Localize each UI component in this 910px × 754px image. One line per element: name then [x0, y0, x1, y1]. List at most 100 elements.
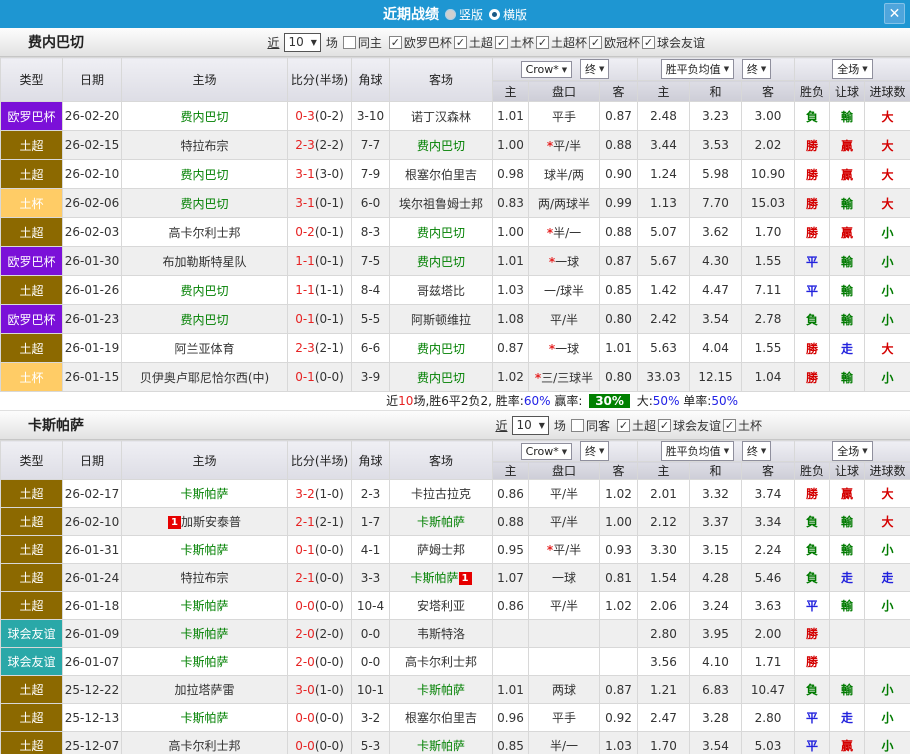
away-team-cell: 卡斯帕萨 1: [389, 563, 493, 592]
goals-result-cell: 走: [864, 563, 910, 592]
avg-away-cell: 5.03: [741, 731, 795, 754]
corners-cell: 3-2: [351, 703, 390, 732]
away-team-cell: 费内巴切: [389, 130, 493, 160]
league-filter-checkbox[interactable]: ✓ 欧罗巴杯: [388, 34, 452, 51]
odds-time-select[interactable]: 终 ▼: [580, 59, 610, 79]
odds-time-select[interactable]: 终 ▼: [580, 441, 610, 461]
home-team-cell: 高卡尔利士邦: [121, 731, 288, 754]
league-filter-checkbox[interactable]: ✓ 球会友谊: [641, 34, 705, 51]
league-filter-checkbox[interactable]: ✓ 土超: [453, 34, 493, 51]
result-cell: 負: [794, 563, 830, 592]
league-filters: ✓ 土超 ✓ 球会友谊 ✓ 土杯: [615, 417, 762, 434]
handicap-star: *: [546, 138, 554, 153]
same-away-checkbox[interactable]: 同客: [570, 417, 610, 434]
chevron-down-icon: ▼: [862, 447, 868, 455]
handicap-result-cell: 輸: [829, 246, 865, 276]
halftime-score: (0-1): [314, 254, 344, 268]
corners-cell: 8-4: [351, 275, 390, 305]
handicap-cell: 一/球半: [528, 275, 600, 305]
bookmaker-select[interactable]: Crow* ▼: [520, 443, 573, 460]
league-filter-checkbox[interactable]: ✓ 土超: [616, 417, 656, 434]
same-home-checkbox[interactable]: 同主: [342, 34, 382, 51]
layout-radio-horizontal[interactable]: 横版: [489, 6, 527, 23]
avg-home-cell: 2.12: [637, 507, 690, 536]
away-odds-cell: 0.93: [599, 535, 638, 564]
away-team-cell: 诺丁汉森林: [389, 101, 493, 131]
result-cell: 勝: [794, 619, 830, 648]
handicap-cell: *三/三球半: [528, 362, 600, 392]
summary-segment: 30%: [589, 394, 630, 408]
sub-home-odds: 主: [492, 80, 529, 102]
team-name: 费内巴切: [416, 370, 465, 385]
home-odds-cell: 1.01: [492, 246, 529, 276]
avg-draw-cell: 6.83: [689, 675, 742, 704]
summary-segment: 赢率:: [550, 394, 587, 408]
section-header-away-team: 卡斯帕萨 近 10 ▼ 场 同客 ✓ 土超 ✓ 球会友谊 ✓ 土杯: [0, 411, 910, 440]
team-name: 卡斯帕萨: [410, 571, 459, 585]
league-filter-checkbox[interactable]: ✓ 欧冠杯: [588, 34, 640, 51]
checkbox-checked-icon: ✓: [494, 35, 508, 49]
col-date: 日期: [62, 440, 122, 480]
avg-away-cell: 3.63: [741, 591, 795, 620]
avg-odds-select[interactable]: 胜平负均值 ▼: [660, 441, 735, 461]
score-cell: 3-1(0-1): [287, 188, 352, 218]
handicap-cell: 半/一: [528, 731, 600, 754]
avg-odds-select[interactable]: 胜平负均值 ▼: [660, 59, 735, 79]
away-team-cell: 费内巴切: [389, 217, 493, 247]
avg-time-select[interactable]: 终 ▼: [741, 441, 772, 461]
avg-away-cell: 10.90: [741, 159, 795, 189]
league-filter-label: 欧冠杯: [603, 35, 640, 50]
league-filter-checkbox[interactable]: ✓ 土超杯: [535, 34, 587, 51]
team-name: 高卡尔利士邦: [168, 225, 241, 240]
competition-badge-cell: 土超: [0, 217, 63, 247]
corners-cell: 0-0: [351, 619, 390, 648]
recent-link[interactable]: 近: [495, 417, 507, 434]
league-filter-checkbox[interactable]: ✓ 球会友谊: [657, 417, 721, 434]
team-name: 费内巴切: [180, 283, 229, 298]
corners-cell: 3-9: [351, 362, 390, 392]
halftime-score: (3-0): [314, 167, 344, 181]
recent-link[interactable]: 近: [267, 34, 279, 51]
date-cell: 25-12-07: [62, 731, 122, 754]
team-name: 高卡尔利士邦: [404, 655, 477, 669]
match-count-select[interactable]: 10 ▼: [512, 415, 549, 435]
col-home: 主场: [121, 440, 288, 480]
away-team-cell: 根塞尔伯里吉: [389, 159, 493, 189]
home-team-cell: 费内巴切: [121, 101, 288, 131]
scope-select[interactable]: 全场 ▼: [832, 441, 873, 461]
league-filter-checkbox[interactable]: ✓ 土杯: [494, 34, 534, 51]
bookmaker-select[interactable]: Crow* ▼: [520, 61, 573, 78]
home-odds-cell: 1.01: [492, 675, 529, 704]
handicap-cell: [528, 619, 600, 648]
home-team-cell: 费内巴切: [121, 304, 288, 334]
away-odds-cell: 1.00: [599, 507, 638, 536]
competition-badge-cell: 球会友谊: [0, 619, 63, 648]
halftime-score: (2-1): [314, 514, 344, 529]
scope-select[interactable]: 全场 ▼: [832, 59, 873, 79]
league-filter-checkbox[interactable]: ✓ 土杯: [722, 417, 762, 434]
avg-away-cell: 5.46: [741, 563, 795, 592]
recent-results-window: 近期战绩 竖版 横版 ✕ 费内巴切 近 10 ▼ 场 同主 ✓ 欧罗巴杯 ✓ 土…: [0, 0, 910, 754]
same-away-label: 同客: [585, 418, 610, 433]
score-cell: 2-3(2-2): [287, 130, 352, 160]
home-odds-cell: 0.96: [492, 703, 529, 732]
fulltime-score: 0-0: [295, 710, 315, 725]
away-odds-cell: 0.87: [599, 246, 638, 276]
avg-away-cell: 7.11: [741, 275, 795, 305]
sub-home-odds: 主: [492, 461, 529, 480]
layout-radio-vertical[interactable]: 竖版: [444, 6, 483, 23]
corners-cell: 3-3: [351, 563, 390, 592]
goals-result-cell: 大: [864, 101, 910, 131]
handicap-result-cell: 走: [829, 703, 865, 732]
home-team-cell: 特拉布宗: [121, 563, 288, 592]
table-header: 类型 日期 主场 比分(半场) 角球 客场 Crow* ▼ 终 ▼ 胜平负均值 ▼ 终…: [0, 440, 910, 480]
sub-avg-draw: 和: [689, 461, 742, 480]
avg-time-select[interactable]: 终 ▼: [741, 59, 772, 79]
sub-avg-away: 客: [741, 80, 795, 102]
sub-away-odds: 客: [599, 461, 638, 480]
goals-result-cell: 小: [864, 591, 910, 620]
same-home-label: 同主: [357, 35, 382, 50]
match-count-select[interactable]: 10 ▼: [284, 32, 321, 52]
away-team-name: 卡斯帕萨: [28, 418, 84, 434]
close-button[interactable]: ✕: [884, 3, 905, 24]
